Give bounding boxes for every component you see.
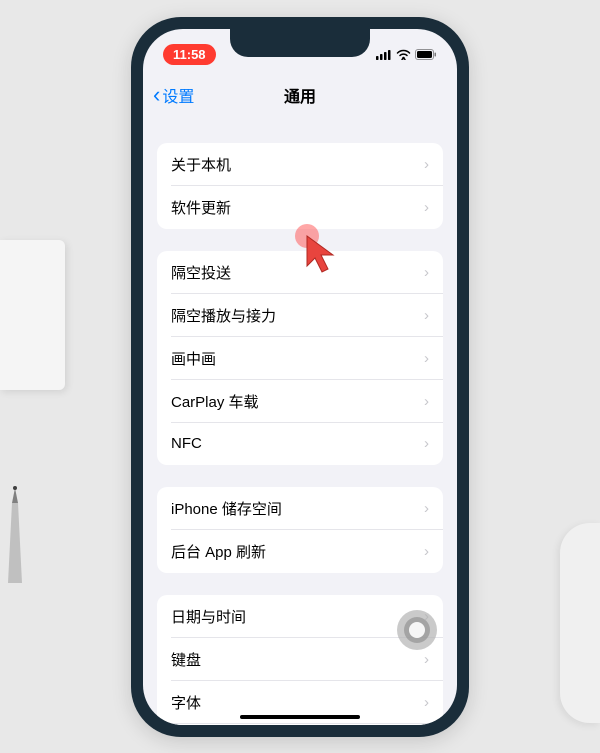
row-label: CarPlay 车载 [171,391,259,412]
background-pen [0,483,30,603]
assistive-touch-button[interactable] [397,610,437,650]
time-recording-badge: 11:58 [163,44,216,65]
row-label: 字体 [171,692,201,713]
assistive-touch-center [409,622,425,638]
chevron-right-icon: › [424,694,429,711]
status-icons [376,49,437,60]
row-software-update[interactable]: 软件更新 › [157,186,443,229]
chevron-left-icon: ‹ [153,82,160,108]
row-airdrop[interactable]: 隔空投送 › [157,251,443,294]
row-iphone-storage[interactable]: iPhone 储存空间 › [157,487,443,530]
chevron-right-icon: › [424,500,429,517]
signal-icon [376,49,392,60]
chevron-right-icon: › [424,435,429,452]
section-wireless: 隔空投送 › 隔空播放与接力 › 画中画 › CarPlay 车载 › NFC [157,251,443,465]
page-title: 通用 [284,83,316,107]
row-label: 画中画 [171,348,216,369]
row-airplay-handoff[interactable]: 隔空播放与接力 › [157,294,443,337]
chevron-right-icon: › [424,651,429,668]
background-mouse-object [560,523,600,723]
assistive-touch-inner [404,617,430,643]
row-label: 后台 App 刷新 [171,541,266,562]
chevron-right-icon: › [424,264,429,281]
navigation-bar: ‹ 设置 通用 [143,73,457,117]
row-label: iPhone 储存空间 [171,498,282,519]
chevron-right-icon: › [424,393,429,410]
row-label: 日期与时间 [171,606,246,627]
row-label: 隔空投送 [171,262,231,283]
back-button[interactable]: ‹ 设置 [153,82,194,108]
row-label: 软件更新 [171,197,231,218]
row-about[interactable]: 关于本机 › [157,143,443,186]
back-label: 设置 [162,83,194,107]
row-label: NFC [171,435,202,452]
chevron-right-icon: › [424,307,429,324]
row-nfc[interactable]: NFC › [157,423,443,465]
row-picture-in-picture[interactable]: 画中画 › [157,337,443,380]
background-desk-object [0,240,65,390]
phone-frame: 11:58 [131,17,469,737]
row-label: 关于本机 [171,154,231,175]
chevron-right-icon: › [424,199,429,216]
row-background-app-refresh[interactable]: 后台 App 刷新 › [157,530,443,573]
row-label: 隔空播放与接力 [171,305,276,326]
battery-icon [415,49,437,60]
row-carplay[interactable]: CarPlay 车载 › [157,380,443,423]
section-about: 关于本机 › 软件更新 › [157,143,443,229]
phone-notch [230,29,370,57]
row-language-region[interactable]: 语言与地区 › [157,724,443,725]
phone-screen: 11:58 [143,29,457,725]
section-storage: iPhone 储存空间 › 后台 App 刷新 › [157,487,443,573]
chevron-right-icon: › [424,156,429,173]
row-keyboard[interactable]: 键盘 › [157,638,443,681]
row-label: 键盘 [171,649,201,670]
section-locale: 日期与时间 › 键盘 › 字体 › 语言与地区 › 词典 › [157,595,443,725]
home-indicator[interactable] [240,715,360,719]
wifi-icon [396,49,411,60]
chevron-right-icon: › [424,350,429,367]
chevron-right-icon: › [424,543,429,560]
